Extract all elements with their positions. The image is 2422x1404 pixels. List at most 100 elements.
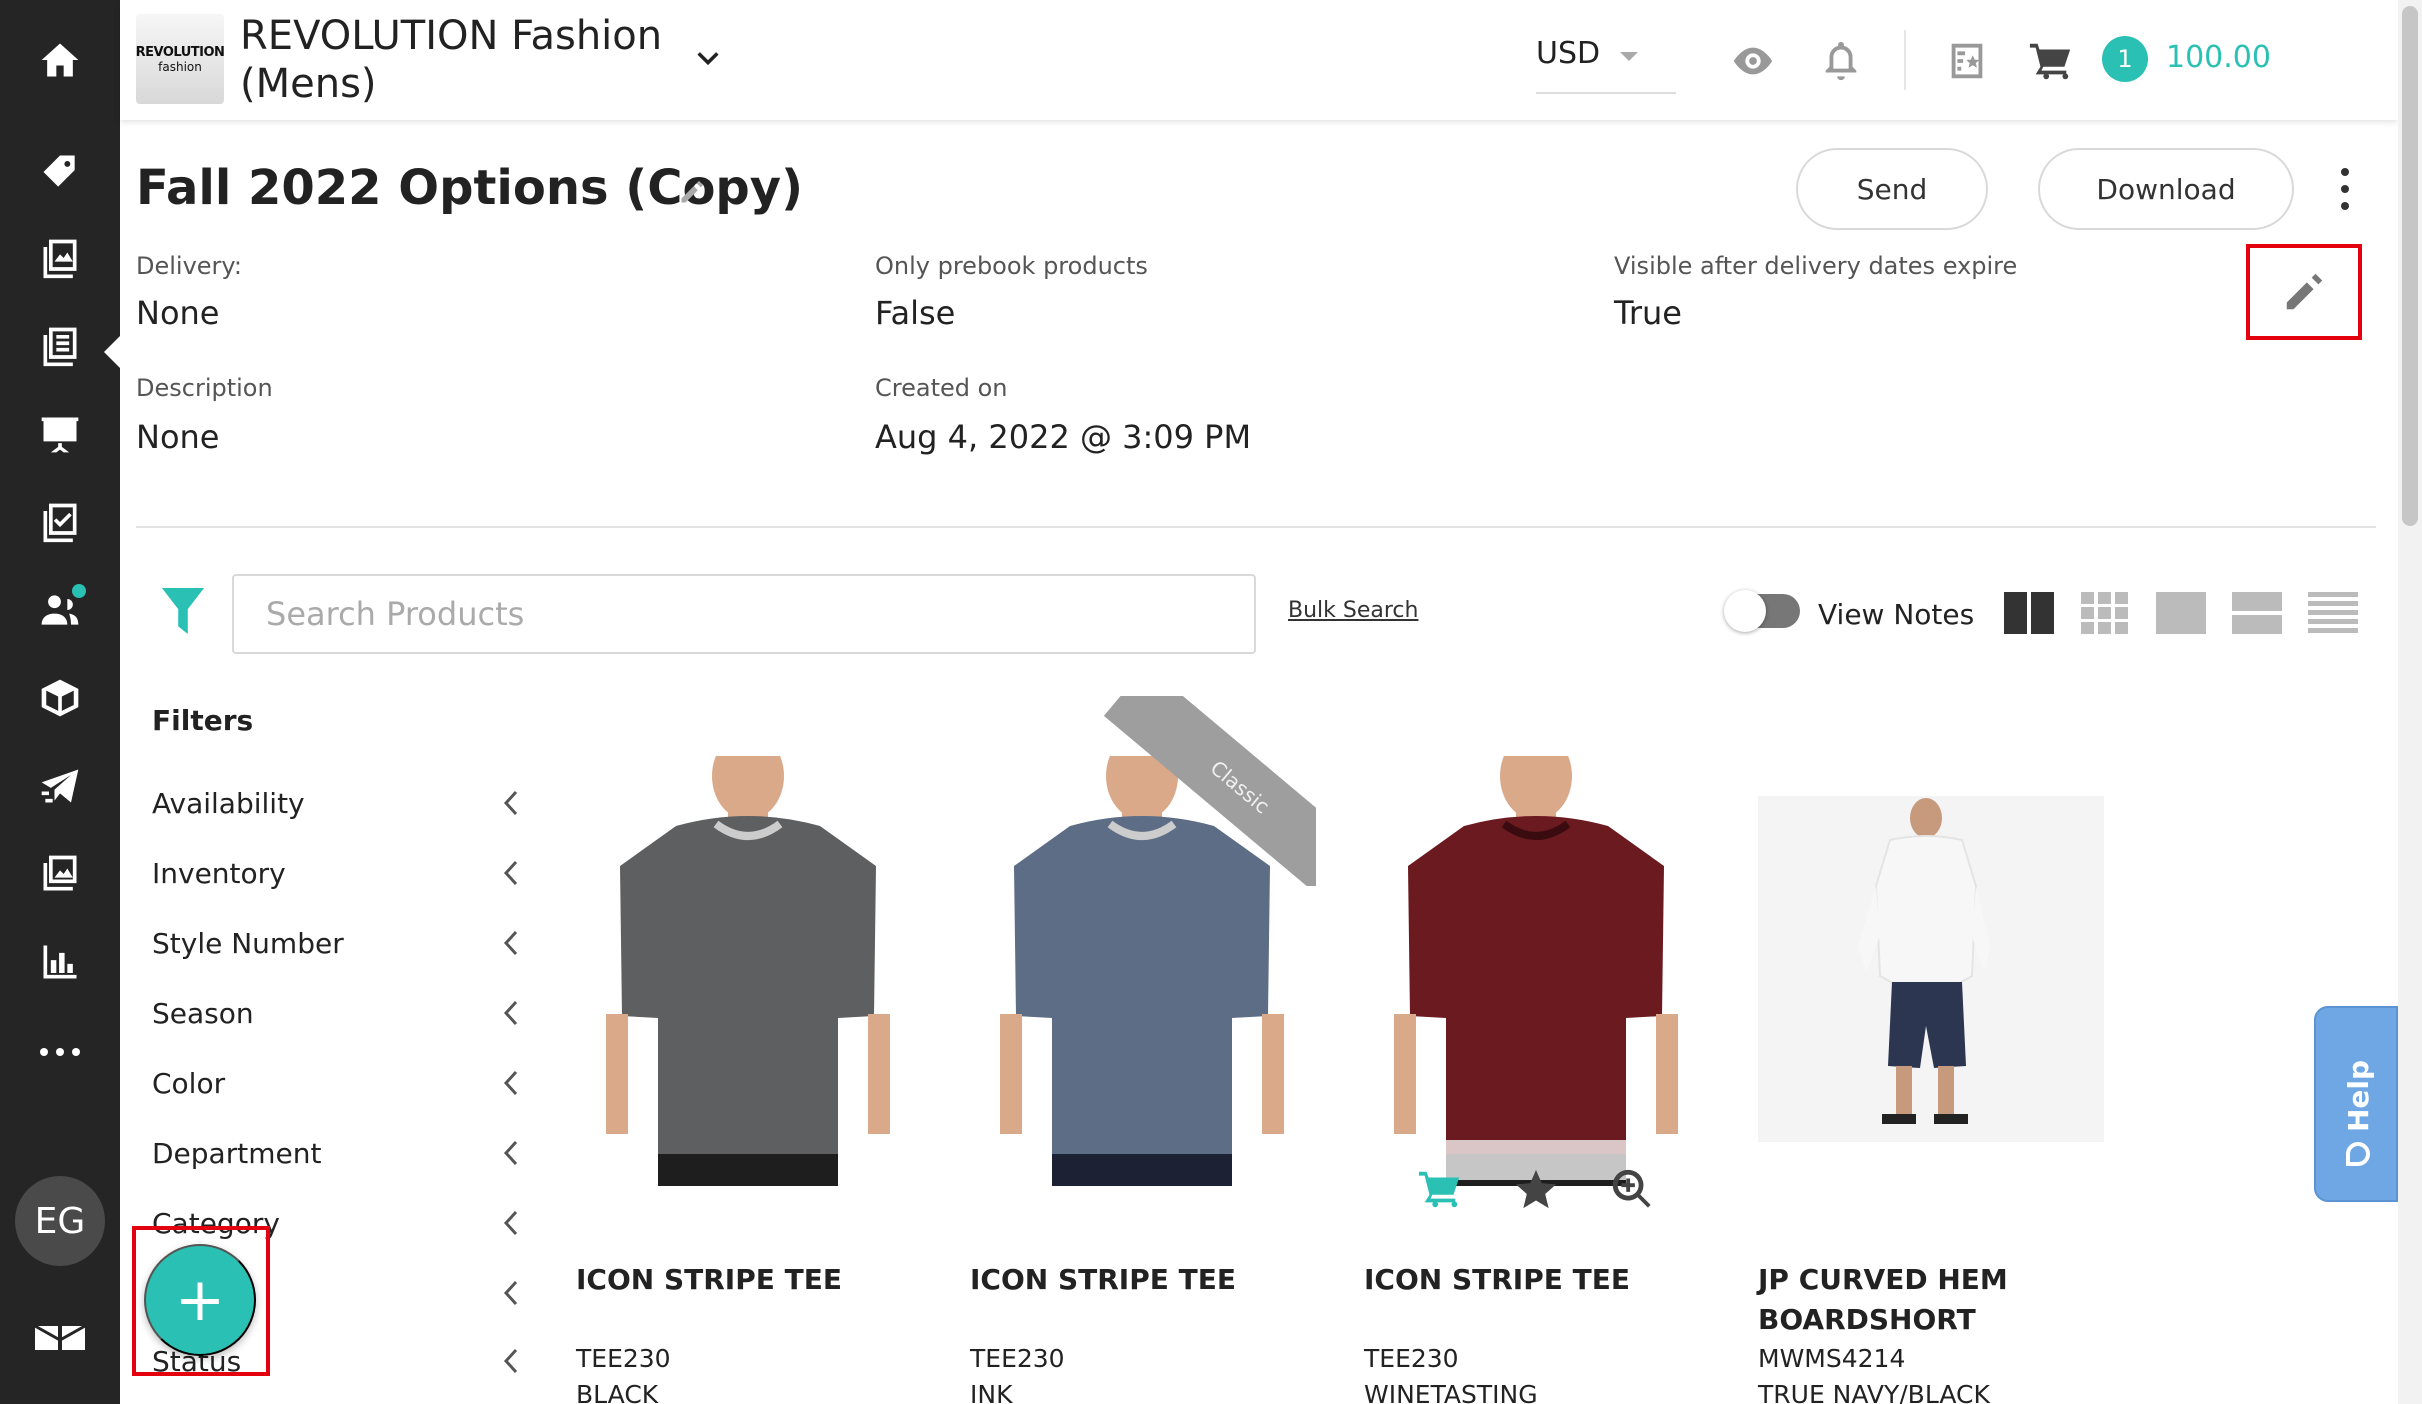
view-single-icon[interactable]	[2156, 592, 2206, 634]
scrollbar-thumb[interactable]	[2402, 6, 2418, 526]
download-button[interactable]: Download	[2038, 148, 2294, 230]
chevron-left-icon	[503, 1140, 518, 1166]
sidebar-item-orders[interactable]	[0, 482, 120, 562]
favorites-list-icon[interactable]	[1944, 38, 1990, 84]
zoom-in-icon[interactable]	[1606, 1166, 1658, 1212]
section-divider	[136, 526, 2376, 528]
presentation-icon	[41, 417, 79, 453]
sidebar: EG	[0, 0, 120, 1404]
cart-icon[interactable]	[2028, 38, 2074, 84]
description-label: Description	[136, 374, 273, 402]
sidebar-item-catalogs[interactable]	[0, 218, 120, 298]
eye-icon[interactable]	[1730, 38, 1776, 84]
currency-value: USD	[1536, 36, 1601, 71]
sidebar-item-presentations[interactable]	[0, 394, 120, 474]
cart-total[interactable]: 100.00	[2166, 40, 2271, 75]
view-rows-icon[interactable]	[2232, 592, 2282, 634]
mail-send-icon	[41, 769, 79, 803]
description-value: None	[136, 418, 220, 456]
edit-details-button[interactable]	[2246, 244, 2362, 340]
filter-inventory[interactable]: Inventory	[152, 848, 522, 898]
filter-funnel-icon[interactable]	[160, 586, 206, 636]
pencil-icon	[2286, 273, 2323, 310]
bulk-search-link[interactable]: Bulk Search	[1288, 598, 1418, 623]
add-floating-button[interactable]: +	[144, 1244, 256, 1356]
chevron-left-icon	[503, 1000, 518, 1026]
delivery-label: Delivery:	[136, 252, 242, 280]
brand-dropdown-chevron-icon[interactable]	[694, 44, 722, 72]
chevron-left-icon	[503, 1280, 518, 1306]
avatar[interactable]: EG	[15, 1176, 105, 1266]
filter-color[interactable]: Color	[152, 1058, 522, 1108]
product-image[interactable]	[1364, 756, 1744, 1186]
list-document-icon	[43, 327, 77, 367]
view-notes-toggle[interactable]	[1724, 590, 1800, 632]
chevron-left-icon	[503, 930, 518, 956]
sidebar-item-inventory[interactable]	[0, 658, 120, 738]
currency-chevron-icon[interactable]	[1620, 52, 1638, 61]
brand-logo-line1: REVOLUTION	[135, 44, 225, 60]
visible-after-expire-value: True	[1614, 294, 1682, 332]
product-style-number: TEE230	[970, 1344, 1065, 1373]
visible-after-expire-label: Visible after delivery dates expire	[1614, 252, 2018, 280]
filter-availability[interactable]: Availability	[152, 778, 522, 828]
product-image[interactable]	[1758, 796, 2104, 1142]
bell-icon[interactable]	[1818, 38, 1864, 84]
top-bar-divider	[1904, 30, 1906, 90]
star-icon[interactable]	[1510, 1166, 1562, 1212]
product-name[interactable]: ICON STRIPE TEE	[1364, 1260, 1724, 1300]
product-color: INK	[970, 1380, 1013, 1404]
chevron-left-icon	[503, 790, 518, 816]
created-on-value: Aug 4, 2022 @ 3:09 PM	[875, 418, 1252, 456]
product-name[interactable]: ICON STRIPE TEE	[970, 1260, 1330, 1300]
image-gallery-icon	[43, 855, 77, 891]
sidebar-item-customers[interactable]	[0, 570, 120, 650]
prebook-label: Only prebook products	[875, 252, 1148, 280]
filters-heading: Filters	[152, 704, 254, 737]
classic-ribbon: Classic	[1080, 696, 1316, 886]
search-products-input[interactable]	[232, 574, 1256, 654]
top-bar: REVOLUTION fashion REVOLUTION Fashion (M…	[120, 0, 2398, 120]
help-tab[interactable]: Help	[2314, 1006, 2398, 1202]
chevron-left-icon	[503, 1070, 518, 1096]
product-style-number: MWMS4214	[1758, 1344, 1906, 1373]
filter-season[interactable]: Season	[152, 988, 522, 1038]
created-on-label: Created on	[875, 374, 1008, 402]
edit-title-pencil-icon[interactable]	[678, 178, 706, 206]
bar-chart-icon	[43, 945, 77, 979]
product-name[interactable]: ICON STRIPE TEE	[576, 1260, 936, 1300]
view-large-grid-icon[interactable]	[2004, 592, 2054, 634]
send-button[interactable]: Send	[1796, 148, 1988, 230]
sidebar-item-home[interactable]	[0, 20, 120, 100]
box-icon	[41, 679, 79, 717]
sidebar-item-marketing[interactable]	[0, 746, 120, 826]
sidebar-item-linesheets[interactable]	[0, 306, 120, 386]
active-indicator	[104, 336, 120, 368]
chevron-left-icon	[503, 1348, 518, 1374]
brand-logo[interactable]: REVOLUTION fashion	[135, 14, 225, 104]
view-small-grid-icon[interactable]	[2080, 592, 2130, 634]
delivery-value: None	[136, 294, 220, 332]
page-scrollbar[interactable]	[2398, 0, 2422, 1404]
brand-name[interactable]: REVOLUTION Fashion (Mens)	[240, 12, 680, 108]
view-list-icon[interactable]	[2308, 592, 2358, 634]
catalog-icon	[43, 239, 77, 279]
chat-bubble-icon	[2346, 1142, 2370, 1166]
more-options-icon[interactable]	[2330, 168, 2360, 210]
sidebar-item-products[interactable]	[0, 132, 120, 212]
prebook-value: False	[875, 294, 956, 332]
sidebar-item-reports[interactable]	[0, 922, 120, 1002]
chevron-left-icon	[503, 860, 518, 886]
currency-select[interactable]: USD	[1536, 36, 1676, 94]
brand-logo-line2: fashion	[158, 59, 202, 74]
sidebar-item-media[interactable]	[0, 834, 120, 914]
product-name[interactable]: JP CURVED HEM BOARDSHORT	[1758, 1260, 2118, 1340]
filter-department[interactable]: Department	[152, 1128, 522, 1178]
panel-toggle-icon[interactable]	[34, 1322, 86, 1352]
more-icon[interactable]	[0, 1022, 120, 1082]
product-image[interactable]	[576, 756, 956, 1186]
add-to-cart-icon[interactable]	[1414, 1166, 1466, 1212]
help-label: Help	[2342, 1059, 2375, 1132]
filter-style-number[interactable]: Style Number	[152, 918, 522, 968]
cart-count-badge[interactable]: 1	[2102, 36, 2148, 82]
